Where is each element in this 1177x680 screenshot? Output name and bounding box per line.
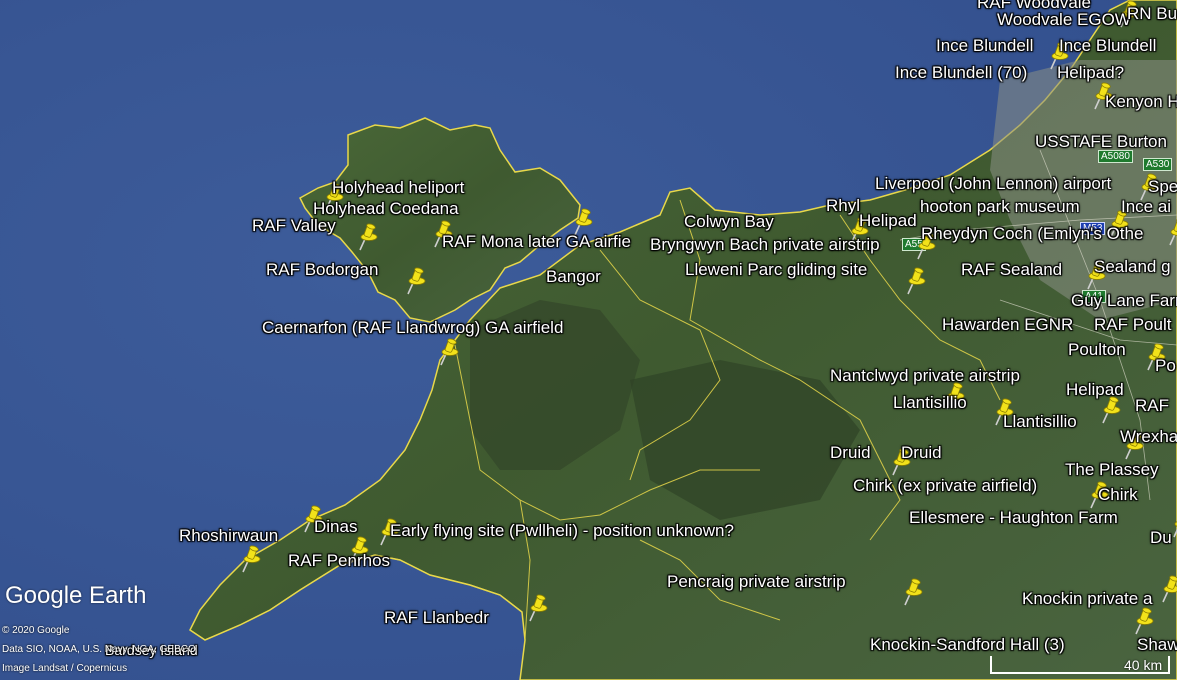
- label-helipad-2[interactable]: Helipad: [1066, 381, 1124, 399]
- pushpin-icon[interactable]: [357, 223, 379, 251]
- pushpin-icon[interactable]: [240, 545, 262, 573]
- label-helipad-rhyl[interactable]: Helipad: [859, 212, 917, 230]
- label-liverpool[interactable]: Liverpool (John Lennon) airport: [875, 175, 1111, 193]
- label-chirk-ex[interactable]: Chirk (ex private airfield): [853, 477, 1037, 495]
- label-pencraig[interactable]: Pencraig private airstrip: [667, 573, 846, 591]
- label-raf-bodorgan[interactable]: RAF Bodorgan: [266, 261, 378, 279]
- label-knockin[interactable]: Knockin private a: [1022, 590, 1152, 608]
- label-bangor[interactable]: Bangor: [546, 268, 601, 286]
- label-druid-2[interactable]: Druid: [901, 444, 942, 462]
- road-shield-a5080: A5080: [1098, 150, 1133, 163]
- label-hawarden[interactable]: Hawarden EGNR: [942, 316, 1073, 334]
- label-nantclwyd[interactable]: Nantclwyd private airstrip: [830, 367, 1020, 385]
- label-ince-blundell-70[interactable]: Ince Blundell (70): [895, 64, 1027, 82]
- pushpin-icon[interactable]: [1133, 607, 1155, 635]
- label-rn-bu[interactable]: RN Bu: [1127, 5, 1177, 23]
- label-raf-sealand[interactable]: RAF Sealand: [961, 261, 1062, 279]
- label-raf-valley[interactable]: RAF Valley: [252, 217, 336, 235]
- label-dinas[interactable]: Dinas: [314, 518, 357, 536]
- pushpin-icon[interactable]: [438, 338, 460, 366]
- label-druid-1[interactable]: Druid: [830, 444, 871, 462]
- scale-label: 40 km: [1124, 657, 1163, 673]
- label-chirk[interactable]: Chirk: [1098, 486, 1138, 504]
- label-spe[interactable]: Spe: [1148, 178, 1177, 196]
- pushpin-icon[interactable]: [405, 267, 427, 295]
- pushpin-icon[interactable]: [1100, 396, 1122, 424]
- google-earth-logo: Google Earth: [5, 582, 147, 609]
- label-ince-blundell-b[interactable]: Ince Blundell: [1059, 37, 1156, 55]
- label-raf-penrhos[interactable]: RAF Penrhos: [288, 552, 390, 570]
- pushpin-icon[interactable]: [527, 594, 549, 622]
- label-knockin-sandford[interactable]: Knockin-Sandford Hall (3): [870, 636, 1065, 654]
- label-rhyl[interactable]: Rhyl: [826, 197, 860, 215]
- road-shield-a530: A530: [1143, 158, 1173, 171]
- pushpin-icon[interactable]: [1167, 218, 1177, 246]
- credit-data: Data SIO, NOAA, U.S. Navy, NGA, GEBCO: [2, 644, 196, 655]
- label-the-plassey[interactable]: The Plassey: [1065, 461, 1159, 479]
- label-raf-mona[interactable]: RAF Mona later GA airfie: [442, 233, 631, 251]
- label-raf-woodvale[interactable]: RAF Woodvale: [977, 0, 1091, 12]
- label-ellesmere[interactable]: Ellesmere - Haughton Farm: [909, 509, 1118, 527]
- label-early-flying[interactable]: Early flying site (Pwllheli) - position …: [390, 522, 734, 540]
- label-guy-lane[interactable]: Guy Lane Farm: [1071, 292, 1177, 310]
- label-poulton[interactable]: Poulton: [1068, 341, 1126, 359]
- label-shaw[interactable]: Shaw: [1137, 636, 1177, 654]
- label-ince-blundell-a[interactable]: Ince Blundell: [936, 37, 1033, 55]
- label-kenyon[interactable]: Kenyon H: [1105, 93, 1177, 111]
- label-lleweni-parc[interactable]: Lleweni Parc gliding site: [685, 261, 867, 279]
- label-woodvale-egow[interactable]: Woodvale EGOW: [997, 11, 1131, 29]
- credit-copyright: © 2020 Google: [2, 625, 70, 636]
- label-holyhead-heliport[interactable]: Holyhead heliport: [332, 179, 464, 197]
- label-caernarfon[interactable]: Caernarfon (RAF Llandwrog) GA airfield: [262, 319, 563, 337]
- label-ince-ai[interactable]: Ince ai: [1121, 198, 1171, 216]
- label-du[interactable]: Du: [1150, 529, 1172, 547]
- label-rheydyn-coch[interactable]: Rheydyn Coch (Emlyn's Othe: [921, 225, 1143, 243]
- label-po[interactable]: Po: [1155, 357, 1176, 375]
- label-raf-right[interactable]: RAF: [1135, 397, 1169, 415]
- pushpin-icon[interactable]: [1160, 575, 1177, 603]
- label-colwyn-bay[interactable]: Colwyn Bay: [684, 213, 774, 231]
- label-wrexham[interactable]: Wrexha: [1120, 428, 1177, 446]
- satellite-map[interactable]: [0, 0, 1177, 680]
- label-sealand[interactable]: Sealand g: [1094, 258, 1171, 276]
- label-helipad-q[interactable]: Helipad?: [1057, 64, 1124, 82]
- credit-image: Image Landsat / Copernicus: [2, 663, 128, 674]
- label-raf-llanbedr[interactable]: RAF Llanbedr: [384, 609, 489, 627]
- label-usstafe[interactable]: USSTAFE Burton: [1035, 133, 1167, 151]
- label-hooton[interactable]: hooton park museum: [920, 198, 1080, 216]
- label-raf-poulton[interactable]: RAF Poult: [1094, 316, 1171, 334]
- label-llantisillio-2[interactable]: Llantisillio: [1003, 413, 1077, 431]
- label-bryngwyn-bach[interactable]: Bryngwyn Bach private airstrip: [650, 236, 880, 254]
- label-rhoshirwaun[interactable]: Rhoshirwaun: [179, 527, 278, 545]
- pushpin-icon[interactable]: [905, 267, 927, 295]
- label-llantisillio-1[interactable]: Llantisillio: [893, 394, 967, 412]
- pushpin-icon[interactable]: [902, 578, 924, 606]
